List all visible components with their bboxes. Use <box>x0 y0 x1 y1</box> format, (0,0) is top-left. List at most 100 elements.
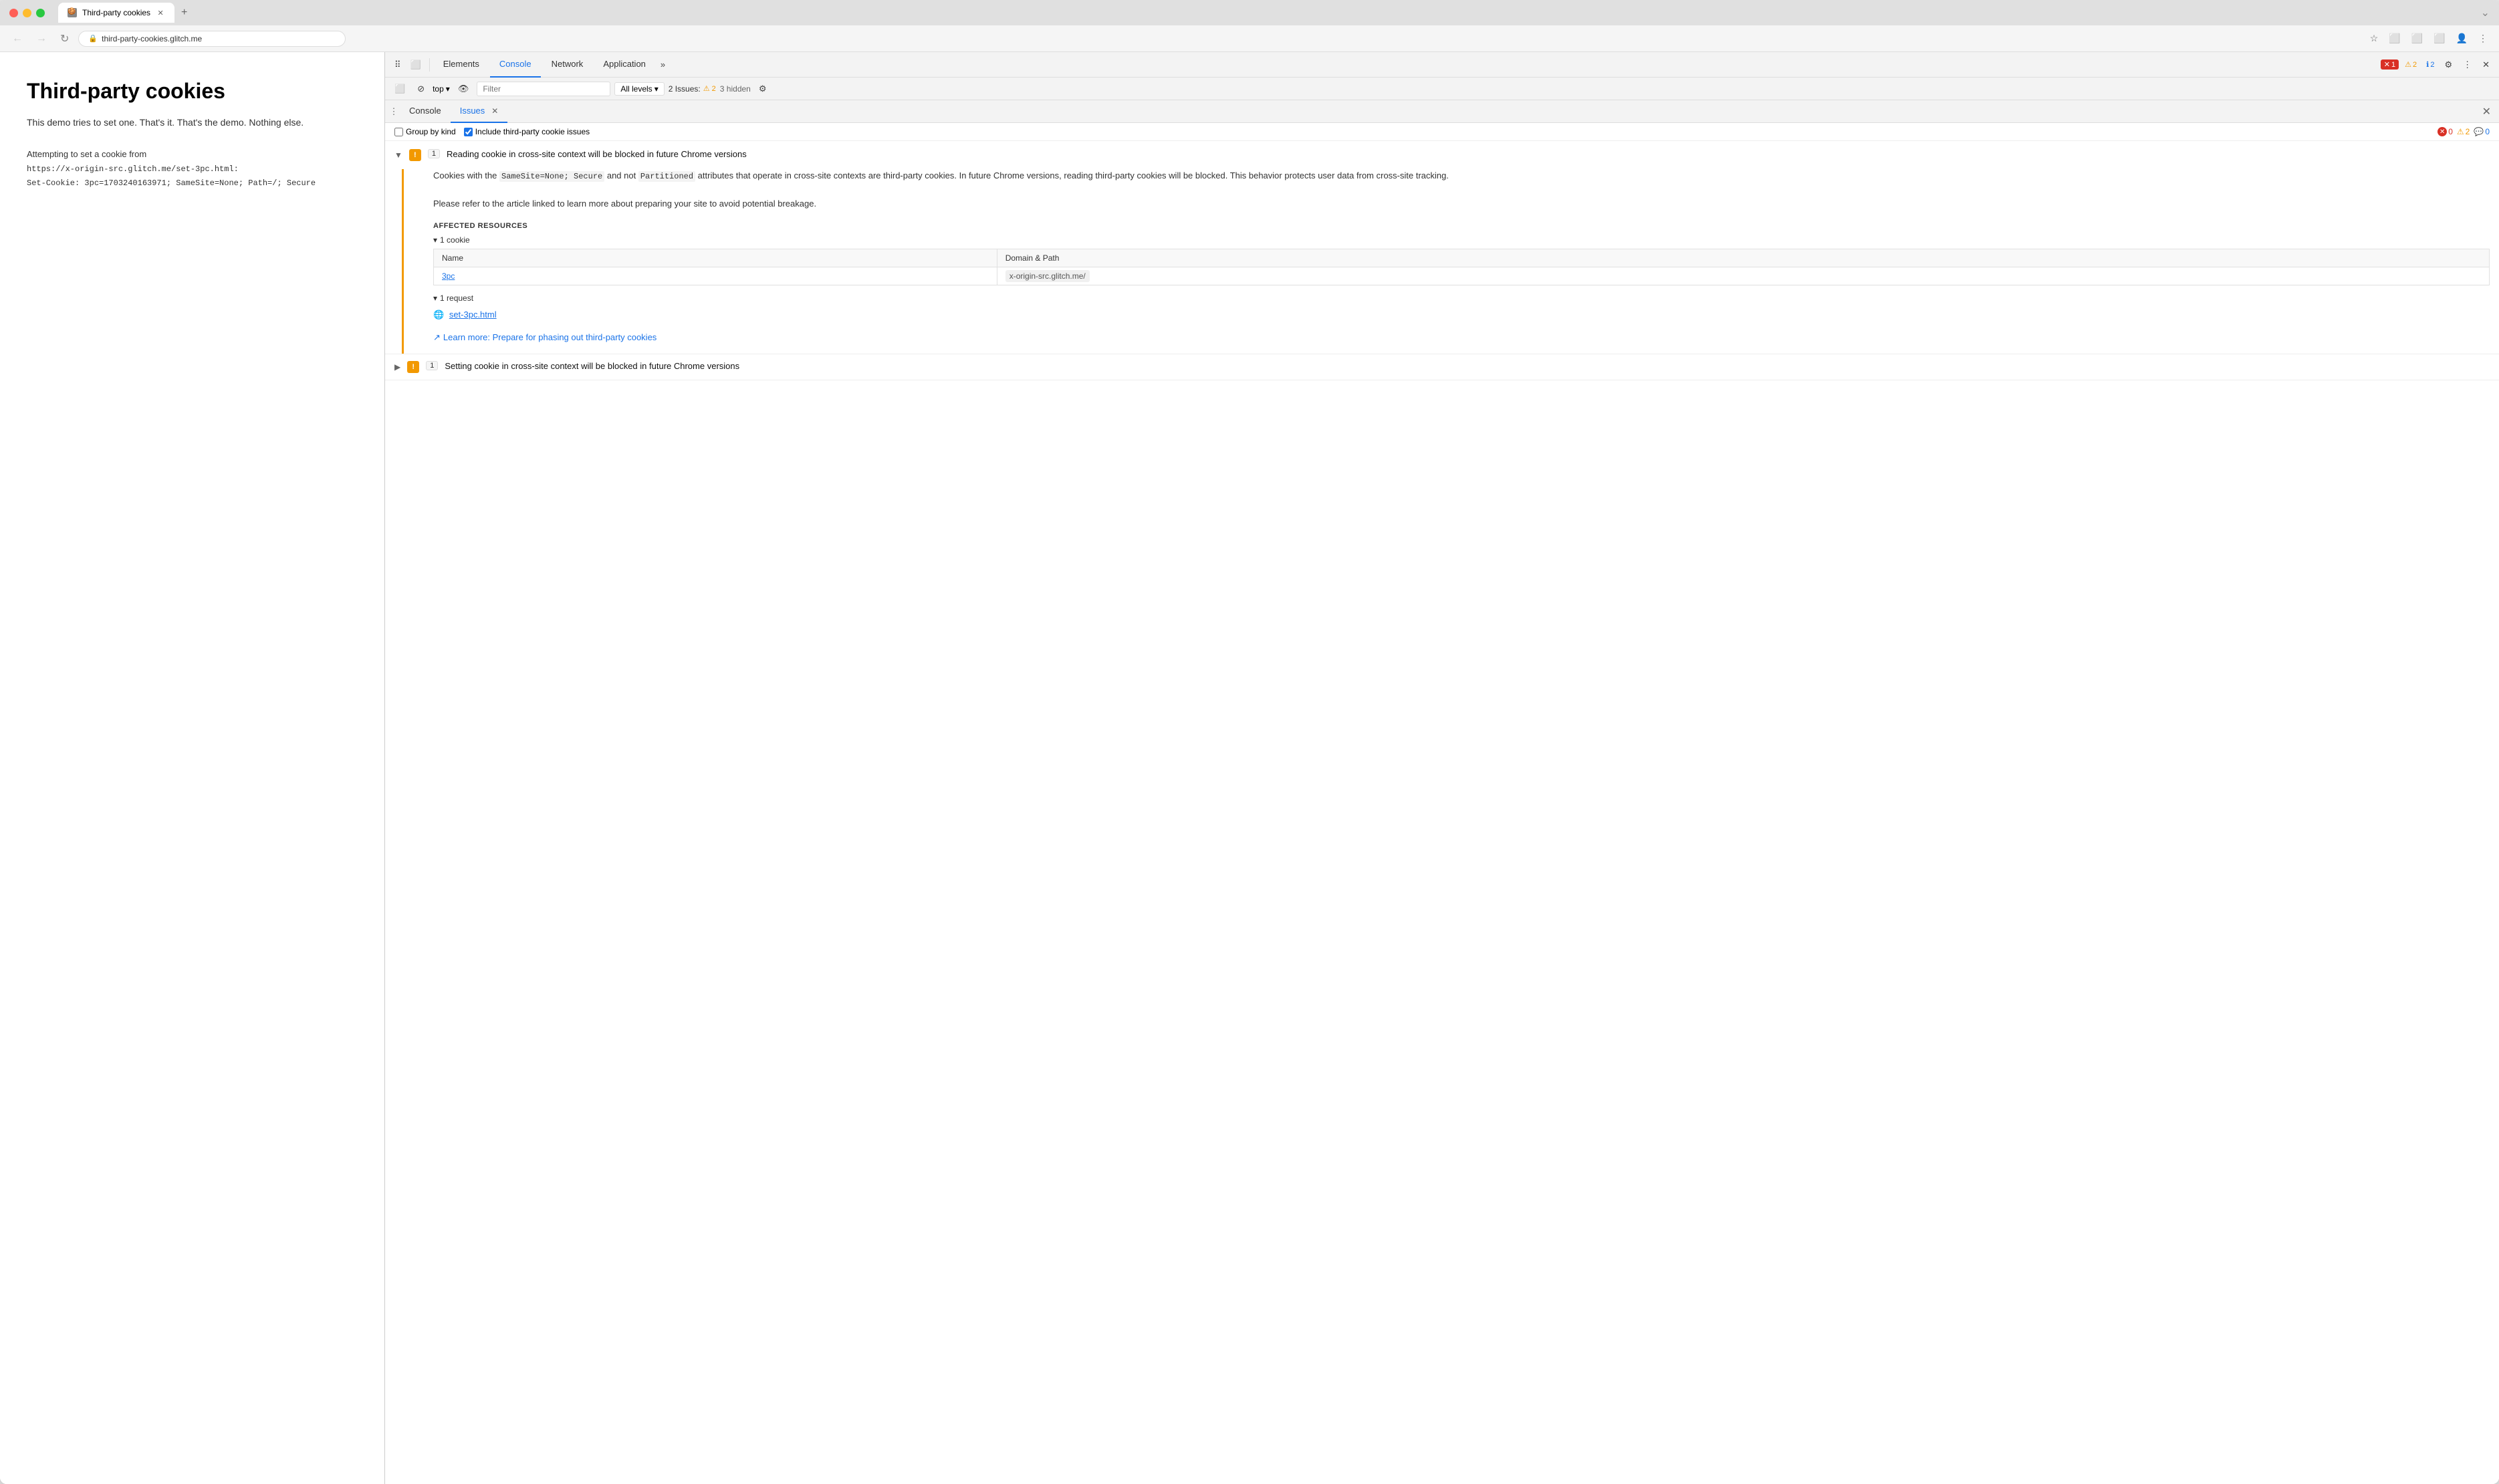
issues-tabs: ⋮ Console Issues ✕ ✕ <box>385 100 2499 123</box>
reload-button[interactable]: ↻ <box>56 30 73 47</box>
issue-1-count: 1 <box>428 149 440 158</box>
bookmark-star-button[interactable]: ☆ <box>2367 31 2382 46</box>
toolbar-right: ✕ 1 ⚠ 2 ℹ 2 ⚙ ⋮ ✕ <box>2381 57 2494 73</box>
cookie-table-name-header: Name <box>434 249 997 267</box>
cookie-resource-group: ▾ 1 cookie Name Domain & Path <box>433 235 2490 285</box>
code-samesite: SameSite=None; Secure <box>499 171 604 182</box>
sidebar-button[interactable]: ⬜ <box>2430 31 2448 46</box>
devtools-panel: ⠿ ⬜ Elements Console Network Application… <box>384 52 2499 1484</box>
title-bar: 🍪 Third-party cookies ✕ + ⌄ <box>0 0 2499 25</box>
cookie-attempt-label: Attempting to set a cookie from <box>27 149 146 159</box>
tab-network[interactable]: Network <box>542 52 593 78</box>
affected-resources: AFFECTED RESOURCES ▾ 1 cookie Name <box>433 222 2490 323</box>
issue-item-1: ▼ ! 1 Reading cookie in cross-site conte… <box>385 141 2499 354</box>
include-third-party-label: Include third-party cookie issues <box>475 127 590 136</box>
issues-count-label: 2 Issues: <box>669 84 701 94</box>
request-group-header[interactable]: ▾ 1 request <box>433 293 2490 303</box>
url-text: third-party-cookies.glitch.me <box>102 34 202 43</box>
window-chevron[interactable]: ⌄ <box>2481 6 2490 19</box>
context-selector[interactable]: top ▾ <box>433 84 450 94</box>
issue-1-description: Cookies with the SameSite=None; Secure a… <box>433 169 2490 211</box>
console-settings-button[interactable]: ⚙ <box>755 81 771 97</box>
issue-item-2: ▶ ! 1 Setting cookie in cross-site conte… <box>385 354 2499 380</box>
more-tabs-button[interactable]: » <box>657 57 669 72</box>
nav-icons-right: ☆ ⬜ ⬜ ⬜ 👤 ⋮ <box>2367 31 2491 46</box>
cookie-url: https://x-origin-src.glitch.me/set-3pc.h… <box>27 164 239 174</box>
context-chevron: ▾ <box>446 84 450 94</box>
request-group-chevron: ▾ <box>433 293 437 303</box>
warn-count-badge: ⚠ 2 <box>2401 59 2420 70</box>
back-button[interactable]: ← <box>8 31 27 47</box>
page-body: Attempting to set a cookie from https://… <box>27 148 358 190</box>
error-count-badge: ✕ 1 <box>2381 59 2399 70</box>
issues-warn-badge: ⚠ 2 <box>703 84 716 93</box>
tab-console-bottom[interactable]: Console <box>400 100 451 123</box>
address-bar[interactable]: 🔒 third-party-cookies.glitch.me <box>78 31 346 47</box>
minimize-window-button[interactable] <box>23 9 31 17</box>
main-area: Third-party cookies This demo tries to s… <box>0 52 2499 1484</box>
issues-tab-close[interactable]: ✕ <box>491 106 498 116</box>
tab-issues[interactable]: Issues ✕ <box>451 100 508 123</box>
request-icon: 🌐 <box>433 310 444 320</box>
new-tab-button[interactable]: + <box>177 5 191 20</box>
levels-dropdown[interactable]: All levels ▾ <box>614 82 664 96</box>
context-label: top <box>433 84 444 94</box>
console-sidebar-button[interactable]: ⬜ <box>390 81 409 97</box>
console-block-button[interactable]: ⊘ <box>413 81 429 97</box>
inspect-element-button[interactable]: ⠿ <box>390 57 405 73</box>
forward-button[interactable]: → <box>32 31 51 47</box>
request-resource-group: ▾ 1 request 🌐 set-3pc.html <box>433 293 2490 323</box>
tab-elements[interactable]: Elements <box>434 52 489 78</box>
error-icon: ✕ <box>2384 60 2390 69</box>
cookie-value: Set-Cookie: 3pc=1703240163971; SameSite=… <box>27 178 316 188</box>
page-title: Third-party cookies <box>27 79 358 104</box>
devtools-toolbar: ⠿ ⬜ Elements Console Network Application… <box>385 52 2499 78</box>
menu-button[interactable]: ⋮ <box>2475 31 2491 46</box>
cookie-name-link[interactable]: 3pc <box>442 271 455 281</box>
tab-close-button[interactable]: ✕ <box>156 8 165 17</box>
issue-2-count: 1 <box>426 361 438 370</box>
close-window-button[interactable] <box>9 9 18 17</box>
cookie-table-domain-header: Domain & Path <box>997 249 2489 267</box>
tab-bar: 🍪 Third-party cookies ✕ + <box>58 3 2473 23</box>
issues-panel-close-button[interactable]: ✕ <box>2477 102 2496 121</box>
levels-label: All levels <box>620 84 652 94</box>
eye-button[interactable]: 👁 <box>454 81 473 97</box>
device-toolbar-button[interactable]: ⬜ <box>406 57 425 73</box>
request-link[interactable]: set-3pc.html <box>449 310 497 320</box>
error-count: 1 <box>2391 61 2395 69</box>
cast-button[interactable]: ⬜ <box>2385 31 2403 46</box>
tab-application[interactable]: Application <box>594 52 655 78</box>
issues-error-count: ✕ 0 <box>2437 127 2453 136</box>
group-by-kind-checkbox-label[interactable]: Group by kind <box>394 127 456 136</box>
issue-2-title: Setting cookie in cross-site context wil… <box>445 361 739 371</box>
devtools-menu-button[interactable]: ⋮ <box>2459 57 2476 73</box>
cookie-group-header[interactable]: ▾ 1 cookie <box>433 235 2490 245</box>
group-by-kind-checkbox[interactable] <box>394 128 403 136</box>
issues-info-count: 💬 0 <box>2474 127 2490 136</box>
warn-count: 2 <box>2413 61 2417 69</box>
cookie-group-label: 1 cookie <box>440 235 470 245</box>
issue-counters: ✕ 0 ⚠ 2 💬 0 <box>2437 127 2490 136</box>
include-third-party-checkbox-label[interactable]: Include third-party cookie issues <box>464 127 590 136</box>
issue-1-header[interactable]: ▼ ! 1 Reading cookie in cross-site conte… <box>385 141 2499 169</box>
tab-console[interactable]: Console <box>490 52 541 78</box>
filter-input[interactable] <box>477 82 610 96</box>
profile-button[interactable]: 👤 <box>2453 31 2471 46</box>
cookie-group-chevron: ▾ <box>433 235 437 245</box>
learn-more-text: Learn more: Prepare for phasing out thir… <box>443 332 657 342</box>
issues-panel-menu-button[interactable]: ⋮ <box>388 106 400 118</box>
devtools-close-button[interactable]: ✕ <box>2478 57 2494 73</box>
issue-1-chevron: ▼ <box>394 150 402 160</box>
include-third-party-checkbox[interactable] <box>464 128 473 136</box>
maximize-window-button[interactable] <box>36 9 45 17</box>
issue-2-warning-icon: ! <box>407 361 419 373</box>
active-tab[interactable]: 🍪 Third-party cookies ✕ <box>58 3 174 23</box>
learn-more-link[interactable]: ↗ Learn more: Prepare for phasing out th… <box>433 332 2490 343</box>
devtools-settings-button[interactable]: ⚙ <box>2440 57 2456 73</box>
info-count: 2 <box>2430 61 2434 69</box>
external-link-icon: ↗ <box>433 332 441 343</box>
screenshot-button[interactable]: ⬜ <box>2408 31 2426 46</box>
request-row: 🌐 set-3pc.html <box>433 307 2490 323</box>
issue-2-header[interactable]: ▶ ! 1 Setting cookie in cross-site conte… <box>385 354 2499 380</box>
